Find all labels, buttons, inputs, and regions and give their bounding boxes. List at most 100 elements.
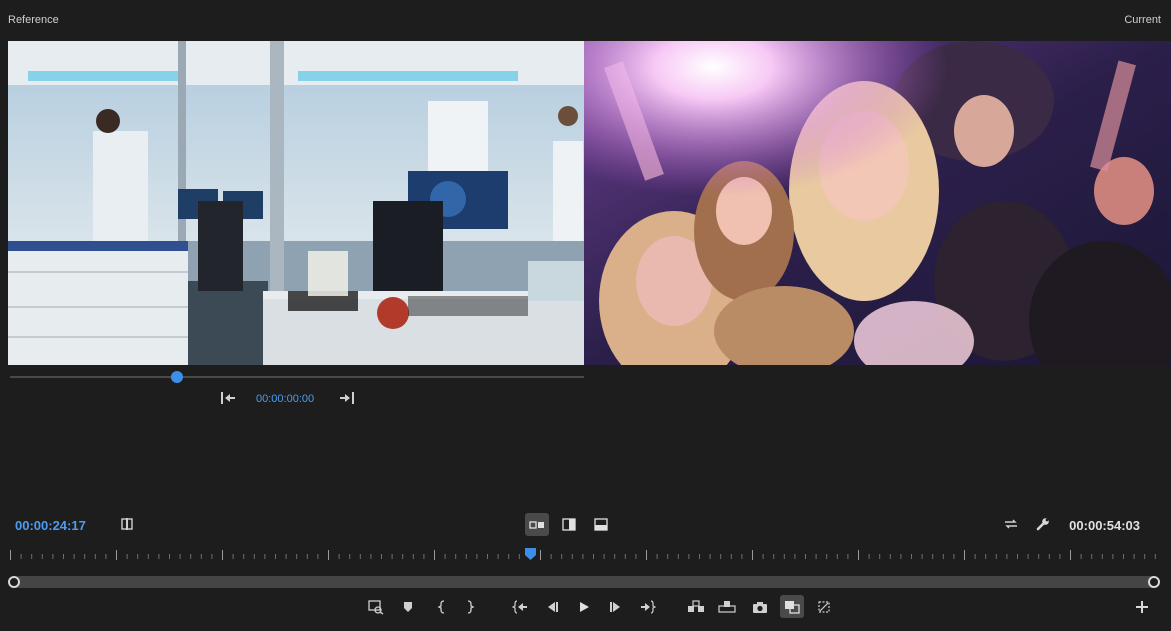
ruler-minor-tick bbox=[614, 554, 616, 559]
insert-button[interactable] bbox=[686, 597, 706, 615]
ruler-major-tick bbox=[646, 550, 647, 560]
button-editor-button[interactable] bbox=[1133, 598, 1151, 616]
settings-button[interactable] bbox=[1034, 515, 1052, 533]
ruler-minor-tick bbox=[31, 554, 33, 559]
step-forward-button[interactable] bbox=[607, 598, 625, 616]
ruler-major-tick bbox=[752, 550, 753, 560]
ruler-minor-tick bbox=[1038, 554, 1040, 559]
go-to-out-button[interactable] bbox=[639, 598, 657, 616]
overwrite-button[interactable] bbox=[717, 597, 737, 615]
ruler-minor-tick bbox=[243, 554, 245, 559]
ruler-minor-tick bbox=[1006, 554, 1008, 559]
ruler-minor-tick bbox=[158, 554, 160, 559]
export-frame-button[interactable] bbox=[751, 598, 769, 616]
add-marker-button[interactable] bbox=[399, 598, 417, 616]
ruler-minor-tick bbox=[1123, 554, 1124, 559]
ruler-minor-tick bbox=[794, 554, 796, 559]
reference-label: Reference bbox=[8, 14, 59, 26]
lift-button[interactable] bbox=[367, 598, 385, 616]
ruler-minor-tick bbox=[995, 554, 997, 559]
ruler-minor-tick bbox=[285, 554, 287, 559]
ruler-minor-tick bbox=[1154, 554, 1156, 559]
reference-scrub-handle[interactable] bbox=[171, 371, 183, 383]
ruler-minor-tick bbox=[1133, 554, 1135, 559]
zoom-frame-icon bbox=[368, 600, 384, 615]
reference-timecode[interactable]: 00:00:00:00 bbox=[256, 393, 314, 405]
mark-in-button[interactable] bbox=[433, 598, 451, 616]
zoom-start-handle[interactable] bbox=[8, 576, 20, 588]
side-by-side-view-button[interactable] bbox=[525, 513, 549, 536]
play-button[interactable] bbox=[575, 598, 593, 616]
ruler-minor-tick bbox=[911, 554, 912, 559]
ruler-minor-tick bbox=[921, 554, 923, 559]
toggle-proxies-button[interactable] bbox=[815, 598, 833, 616]
go-to-out-icon bbox=[641, 600, 656, 614]
ruler-minor-tick bbox=[720, 554, 722, 559]
ruler-minor-tick bbox=[773, 554, 775, 559]
ruler-minor-tick bbox=[147, 554, 149, 559]
reference-scrub-track[interactable] bbox=[10, 376, 584, 378]
ruler-minor-tick bbox=[889, 554, 891, 559]
ruler-minor-tick bbox=[603, 554, 605, 559]
ruler-minor-tick bbox=[667, 554, 669, 559]
ruler-minor-tick bbox=[73, 554, 75, 559]
ruler-minor-tick bbox=[391, 554, 393, 559]
ruler-minor-tick bbox=[932, 554, 934, 559]
step-forward-icon bbox=[610, 602, 620, 612]
ruler-minor-tick bbox=[455, 554, 457, 559]
ruler-minor-tick bbox=[699, 554, 700, 559]
ruler-minor-tick bbox=[561, 554, 563, 559]
ruler-minor-tick bbox=[381, 554, 382, 559]
ruler-minor-tick bbox=[1144, 554, 1146, 559]
ruler-minor-tick bbox=[571, 554, 573, 559]
ruler-minor-tick bbox=[826, 554, 828, 559]
step-back-button[interactable] bbox=[543, 598, 561, 616]
ruler-minor-tick bbox=[317, 554, 319, 559]
current-timecode[interactable]: 00:00:24:17 bbox=[15, 518, 86, 533]
ruler-major-tick bbox=[222, 550, 223, 560]
ruler-minor-tick bbox=[264, 554, 266, 559]
play-icon bbox=[580, 602, 589, 612]
mark-out-button[interactable] bbox=[461, 598, 479, 616]
ruler-minor-tick bbox=[370, 554, 372, 559]
vertical-split-button[interactable] bbox=[560, 516, 578, 532]
ruler-minor-tick bbox=[974, 554, 976, 559]
current-label: Current bbox=[1124, 14, 1161, 26]
ruler-minor-tick bbox=[20, 554, 22, 559]
reference-next-edit-button[interactable] bbox=[338, 390, 356, 406]
ruler-minor-tick bbox=[444, 554, 446, 559]
ruler-minor-tick bbox=[624, 554, 626, 559]
ruler-minor-tick bbox=[847, 554, 849, 559]
go-to-previous-icon bbox=[221, 392, 235, 404]
ruler-minor-tick bbox=[942, 554, 944, 559]
reference-video-frame bbox=[8, 41, 584, 365]
ruler-minor-tick bbox=[582, 554, 584, 559]
comparison-view-button[interactable] bbox=[780, 595, 804, 618]
reference-previous-edit-button[interactable] bbox=[219, 390, 237, 406]
ruler-minor-tick bbox=[1027, 554, 1029, 559]
zoom-end-handle[interactable] bbox=[1148, 576, 1160, 588]
ruler-minor-tick bbox=[41, 554, 43, 559]
add-marker-icon bbox=[404, 602, 412, 612]
ruler-minor-tick bbox=[593, 554, 594, 559]
swap-sides-button[interactable] bbox=[1002, 516, 1020, 532]
camera-icon bbox=[753, 601, 767, 613]
playhead[interactable] bbox=[525, 547, 536, 560]
wrench-icon bbox=[1036, 518, 1049, 531]
ruler-minor-tick bbox=[476, 554, 478, 559]
horizontal-split-button[interactable] bbox=[592, 516, 610, 532]
ruler-minor-tick bbox=[105, 554, 107, 559]
drop-frame-button[interactable] bbox=[118, 516, 136, 532]
film-frame-icon bbox=[121, 518, 133, 530]
ruler-major-tick bbox=[116, 550, 117, 560]
ruler-minor-tick bbox=[518, 554, 520, 559]
time-ruler[interactable] bbox=[8, 548, 1163, 562]
ruler-minor-tick bbox=[900, 554, 902, 559]
ruler-minor-tick bbox=[1059, 554, 1061, 559]
ruler-minor-tick bbox=[190, 554, 192, 559]
ruler-minor-tick bbox=[985, 554, 987, 559]
ruler-minor-tick bbox=[508, 554, 510, 559]
zoom-scroll-bar[interactable] bbox=[12, 576, 1158, 588]
go-to-in-button[interactable] bbox=[511, 598, 529, 616]
ruler-minor-tick bbox=[402, 554, 404, 559]
